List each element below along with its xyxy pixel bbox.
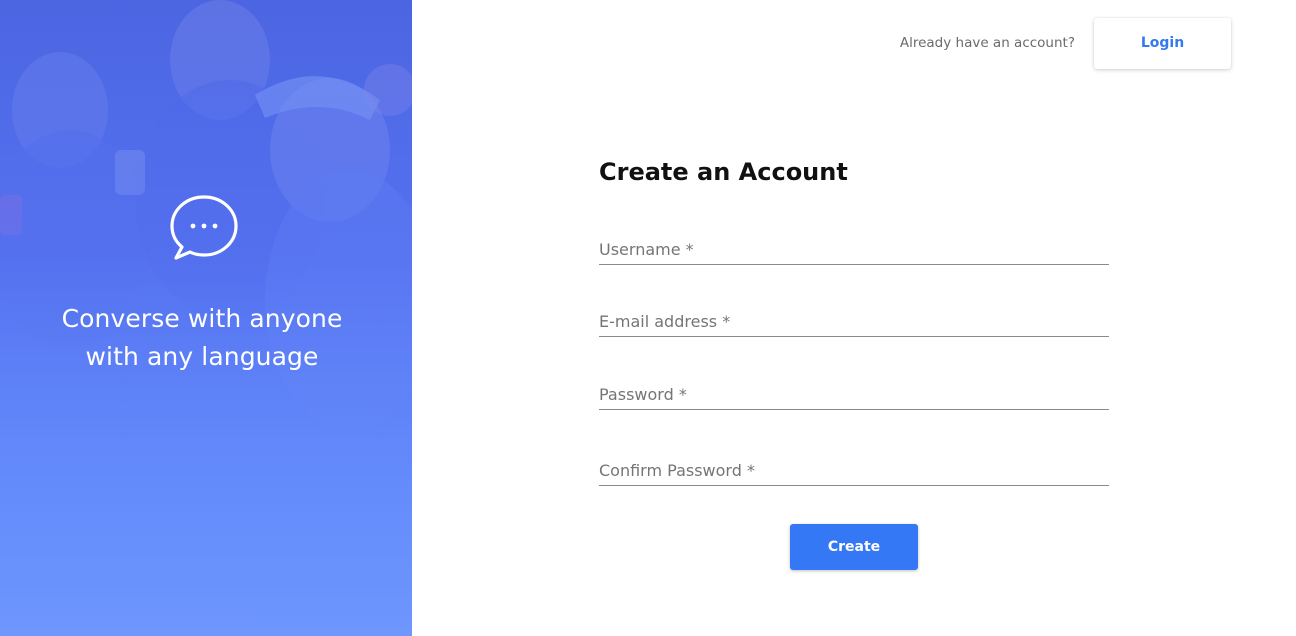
confirm-password-field[interactable]: Confirm Password * — [599, 455, 1113, 487]
email-field[interactable]: E-mail address * — [599, 306, 1113, 338]
hero-tagline-line-1: Converse with anyone — [61, 304, 343, 333]
form-title: Create an Account — [599, 158, 848, 186]
hero-tagline: Converse with anyone with any language — [0, 300, 404, 376]
hero-panel: Converse with anyone with any language — [0, 0, 412, 636]
login-button[interactable]: Login — [1094, 18, 1231, 69]
password-field[interactable]: Password * — [599, 379, 1113, 411]
chat-bubble-icon — [170, 195, 238, 260]
password-input[interactable] — [599, 379, 1113, 411]
confirm-password-input[interactable] — [599, 455, 1113, 487]
already-have-account-text: Already have an account? — [899, 35, 1075, 51]
username-input[interactable] — [599, 234, 1113, 266]
signup-page: Converse with anyone with any language A… — [0, 0, 1296, 636]
hero-tagline-line-2: with any language — [85, 342, 319, 371]
username-field[interactable]: Username * — [599, 234, 1113, 266]
email-input[interactable] — [599, 306, 1113, 338]
create-button[interactable]: Create — [790, 524, 918, 570]
